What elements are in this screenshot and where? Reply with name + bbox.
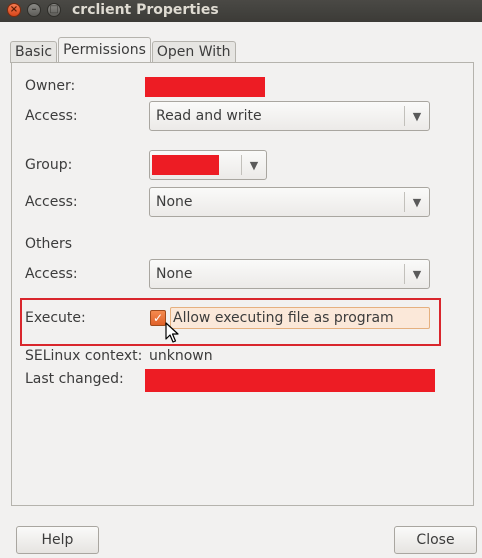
group-access-label: Access: (25, 194, 78, 210)
maximize-icon: □ (49, 4, 59, 15)
others-label: Others (25, 236, 73, 252)
owner-redacted (145, 77, 265, 97)
owner-access-value: Read and write (156, 108, 262, 124)
dropdown-arrow-icon: ▼ (412, 267, 422, 281)
others-access-value: None (156, 266, 193, 282)
close-button[interactable]: Close (394, 526, 477, 554)
owner-access-label: Access: (25, 108, 78, 124)
others-access-combo[interactable]: None ▼ (149, 259, 430, 289)
tab-permissions[interactable]: Permissions (58, 37, 151, 63)
dropdown-arrow-icon: ▼ (249, 158, 259, 172)
last-changed-redacted (145, 369, 435, 392)
execute-checkbox-label[interactable]: Allow executing file as program (170, 307, 430, 329)
selinux-value: unknown (149, 348, 213, 364)
help-button[interactable]: Help (16, 526, 99, 554)
window-close-button[interactable]: × (7, 3, 21, 17)
execute-checkbox[interactable]: ✓ (150, 310, 166, 326)
tab-basic[interactable]: Basic (10, 41, 58, 63)
window-title: crclient Properties (72, 2, 219, 18)
owner-label: Owner: (25, 78, 76, 94)
tab-bar: Basic Permissions Open With (10, 37, 237, 63)
title-bar: × – □ crclient Properties (0, 0, 482, 22)
window-minimize-button[interactable]: – (27, 3, 41, 17)
others-access-label: Access: (25, 266, 78, 282)
execute-label: Execute: (25, 310, 86, 326)
mouse-cursor-icon (165, 322, 179, 343)
window-maximize-button[interactable]: □ (47, 3, 61, 17)
group-access-combo[interactable]: None ▼ (149, 187, 430, 217)
dropdown-arrow-icon: ▼ (412, 109, 422, 123)
group-value (150, 155, 241, 175)
checkmark-icon: ✓ (152, 311, 164, 325)
dropdown-arrow-icon: ▼ (412, 195, 422, 209)
group-access-value: None (156, 194, 193, 210)
minimize-icon: – (31, 4, 37, 15)
selinux-label: SELinux context: (25, 348, 143, 364)
last-changed-label: Last changed: (25, 371, 124, 387)
group-redacted (152, 155, 219, 175)
owner-access-combo[interactable]: Read and write ▼ (149, 101, 430, 131)
close-icon: × (9, 4, 19, 15)
group-label: Group: (25, 157, 73, 173)
permissions-panel: Owner: Access: Read and write ▼ Group: ▼… (11, 62, 474, 506)
group-combo[interactable]: ▼ (149, 150, 267, 180)
tab-open-with[interactable]: Open With (151, 41, 236, 63)
